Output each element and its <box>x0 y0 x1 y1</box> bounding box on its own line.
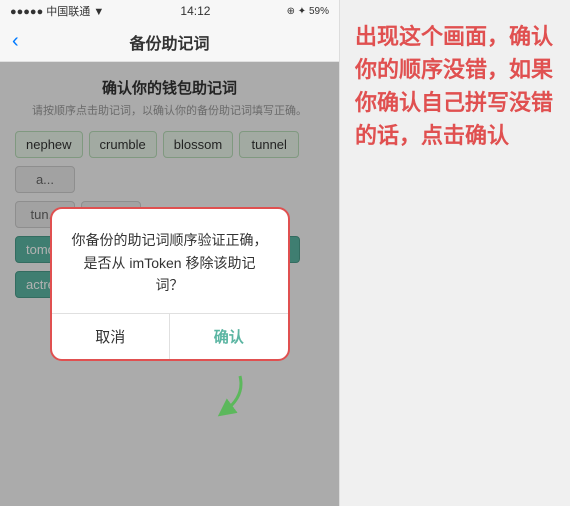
dialog-cancel-button[interactable]: 取消 <box>52 314 171 359</box>
annotation-section: 出现这个画面，确认你的顺序没错，如果你确认自己拼写没错的话，点击确认 <box>340 0 570 506</box>
phone-content: 确认你的钱包助记词 请按顺序点击助记词，以确认你的备份助记词填写正确。 neph… <box>0 62 339 506</box>
status-right: ⊕ ✦ 59% <box>287 6 329 17</box>
phone-frame: ●●●●● 中国联通 ▼ 14:12 ⊕ ✦ 59% ‹ 备份助记词 确认你的钱… <box>0 0 340 506</box>
arrow-indicator <box>190 371 250 426</box>
back-button[interactable]: ‹ <box>12 30 19 53</box>
dialog-ok-button[interactable]: 确认 <box>170 314 288 359</box>
dialog-box: 你备份的助记词顺序验证正确，是否从 imToken 移除该助记词？ 取消 确认 <box>50 207 290 360</box>
annotation-text: 出现这个画面，确认你的顺序没错，如果你确认自己拼写没错的话，点击确认 <box>355 20 555 152</box>
dialog-message: 你备份的助记词顺序验证正确，是否从 imToken 移除该助记词？ <box>72 229 268 296</box>
nav-title: 备份助记词 <box>129 30 209 54</box>
arrow-icon <box>190 371 250 421</box>
dialog-overlay: 你备份的助记词顺序验证正确，是否从 imToken 移除该助记词？ 取消 确认 <box>0 62 339 506</box>
dialog-buttons: 取消 确认 <box>52 313 288 359</box>
status-time: 14:12 <box>180 4 210 18</box>
status-left: ●●●●● 中国联通 ▼ <box>10 3 104 19</box>
nav-bar: ‹ 备份助记词 <box>0 22 339 62</box>
status-bar: ●●●●● 中国联通 ▼ 14:12 ⊕ ✦ 59% <box>0 0 339 22</box>
